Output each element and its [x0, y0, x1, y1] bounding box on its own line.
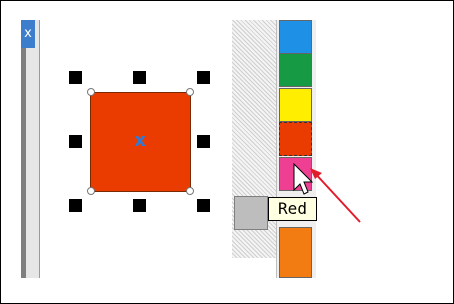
annotation-arrow-head: [310, 168, 322, 179]
annotation-arrow: [311, 169, 361, 223]
screenshot-root: x x Red: [0, 0, 454, 304]
mouse-pointer-icon: [293, 162, 314, 195]
overlay-graphics: [293, 162, 361, 223]
